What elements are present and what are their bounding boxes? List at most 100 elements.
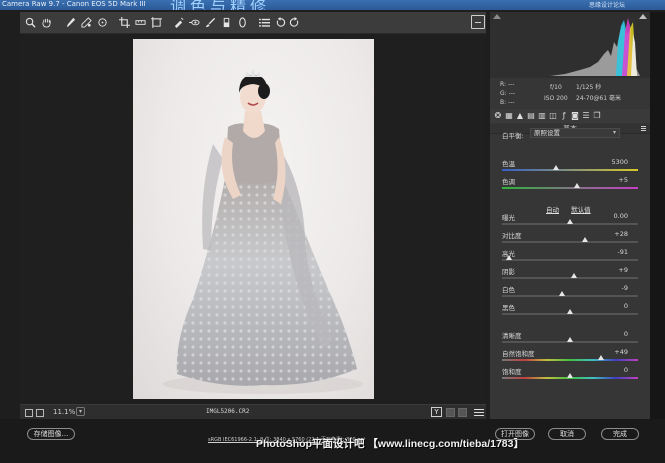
file-name: IMGL5206.CR2 [206,408,250,415]
slider-label: 阴影 [502,268,515,276]
slider-row: 高光 -91 [490,248,650,266]
readout-g: G: --- [500,90,516,97]
chevron-down-icon: ▾ [612,129,616,136]
slider-track[interactable] [502,277,638,279]
window-edge [650,12,665,419]
readout-r: R: --- [500,81,515,88]
slider-row: 对比度 +28 [490,230,650,248]
red-eye-icon[interactable] [188,16,200,29]
before-after-button[interactable]: Y [431,407,442,417]
slider-row: 色调 +5 [490,176,650,194]
readout-b: B: --- [500,99,515,106]
slider-track[interactable] [502,187,638,189]
slider-track[interactable] [502,169,638,171]
slider-thumb[interactable] [567,219,573,224]
rotate-left-icon[interactable] [274,16,286,29]
slider-thumb[interactable] [567,309,573,314]
slider-row: 阴影 +9 [490,266,650,284]
slider-value[interactable]: 0 [624,302,628,310]
save-image-button[interactable]: 存储图像... [27,428,75,440]
rotate-right-icon[interactable] [288,16,300,29]
slider-value[interactable]: -9 [622,284,628,292]
straighten-icon[interactable] [134,16,146,29]
status-bar: 11.1% ▾ IMGL5206.CR2 Y [20,404,486,419]
wb-dropdown[interactable]: 原照设置 ▾ [530,128,620,138]
zoom-level: 11.1% [53,408,76,416]
snapshots-tab-icon[interactable]: ❐ [593,112,601,120]
hsl-tab-icon[interactable]: ▤ [527,112,535,120]
slider-track[interactable] [502,295,638,297]
graduated-filter-icon[interactable] [220,16,232,29]
slider-track[interactable] [502,241,638,243]
slider-track[interactable] [502,359,638,361]
presets-tab-icon[interactable]: ☰ [582,112,590,120]
slider-row: 饱和度 0 [490,366,650,384]
lens-tab-icon[interactable]: ◫ [549,112,557,120]
panel-menu-icon[interactable] [641,126,646,131]
wb-label: 白平衡: [502,132,524,140]
slider-value[interactable]: -91 [617,248,628,256]
slider-value[interactable]: +9 [618,266,628,274]
slider-thumb[interactable] [558,291,565,296]
white-balance-icon[interactable] [64,16,76,29]
hand-icon[interactable] [40,16,52,29]
cancel-button[interactable]: 取消 [548,428,586,440]
histogram [490,12,650,78]
slider-label: 白色 [502,286,515,294]
slider-thumb[interactable] [567,373,573,378]
detail-tab-icon[interactable]: ▲ [516,112,524,120]
slider-value[interactable]: 0 [624,366,628,374]
color-sampler-icon[interactable] [80,16,92,29]
bottom-bar: 存储图像... sRGB IEC61966-2.1; 8 位; 3840 x 5… [0,419,665,463]
crop-icon[interactable] [118,16,130,29]
slider-value[interactable]: +28 [614,230,628,238]
fullscreen-toggle-icon[interactable] [471,15,485,29]
shutter: 1/125 秒 [576,84,602,91]
camera-calibration-tab-icon[interactable]: ◙ [571,112,579,120]
done-button[interactable]: 完成 [601,428,639,440]
zoom-out-button[interactable] [25,409,33,417]
spot-removal-icon[interactable] [172,16,184,29]
split-toning-tab-icon[interactable]: ▥ [538,112,546,120]
preferences-icon[interactable] [258,16,270,29]
slider-thumb[interactable] [505,255,512,260]
slider-value[interactable]: 0 [624,330,628,338]
slider-thumb[interactable] [581,237,588,242]
window-titlebar: Camera Raw 9.7 - Canon EOS 5D Mark III 调… [0,0,665,10]
tone-curve-tab-icon[interactable]: ▦ [505,112,513,120]
slider-value[interactable]: 0.00 [614,212,628,220]
targeted-adjustment-icon[interactable] [96,16,108,29]
slider-value[interactable]: 5300 [611,158,628,166]
basic-tab-icon[interactable]: ❂ [494,112,502,120]
aperture: f/10 [550,84,562,91]
lens: 24-70@61 毫米 [576,95,621,102]
slider-row: 黑色 0 [490,302,650,320]
panel-tabs: ❂ ▦ ▲ ▤ ▥ ◫ ƒ ◙ ☰ ❐ [490,109,650,123]
transform-icon[interactable] [150,16,162,29]
adjustment-brush-icon[interactable] [204,16,216,29]
effects-tab-icon[interactable]: ƒ [560,112,568,120]
swap-button[interactable] [446,408,455,417]
copy-settings-button[interactable] [458,408,467,417]
slider-thumb[interactable] [573,183,580,188]
slider-row: 白色 -9 [490,284,650,302]
slider-label: 色调 [502,178,515,186]
slider-track[interactable] [502,259,638,261]
open-image-button[interactable]: 打开图像 [495,428,535,440]
slider-row: 曝光 0.00 [490,212,650,230]
slider-thumb[interactable] [567,337,573,342]
radial-filter-icon[interactable] [236,16,248,29]
zoom-dropdown-icon[interactable]: ▾ [76,407,85,416]
slider-value[interactable]: +5 [618,176,628,184]
slider-value[interactable]: +49 [614,348,628,356]
zoom-icon[interactable] [24,16,36,29]
slider-thumb[interactable] [571,273,578,278]
view-settings-icon[interactable] [474,407,484,417]
slider-thumb[interactable] [553,165,560,170]
slider-label: 饱和度 [502,368,522,376]
preview-photo [133,39,374,399]
watermark-text: PhotoShop平面设计吧 【www.linecg.com/tieba/178… [256,438,524,450]
slider-thumb[interactable] [598,355,605,360]
slider-row: 清晰度 0 [490,330,650,348]
zoom-in-button[interactable] [36,409,44,417]
